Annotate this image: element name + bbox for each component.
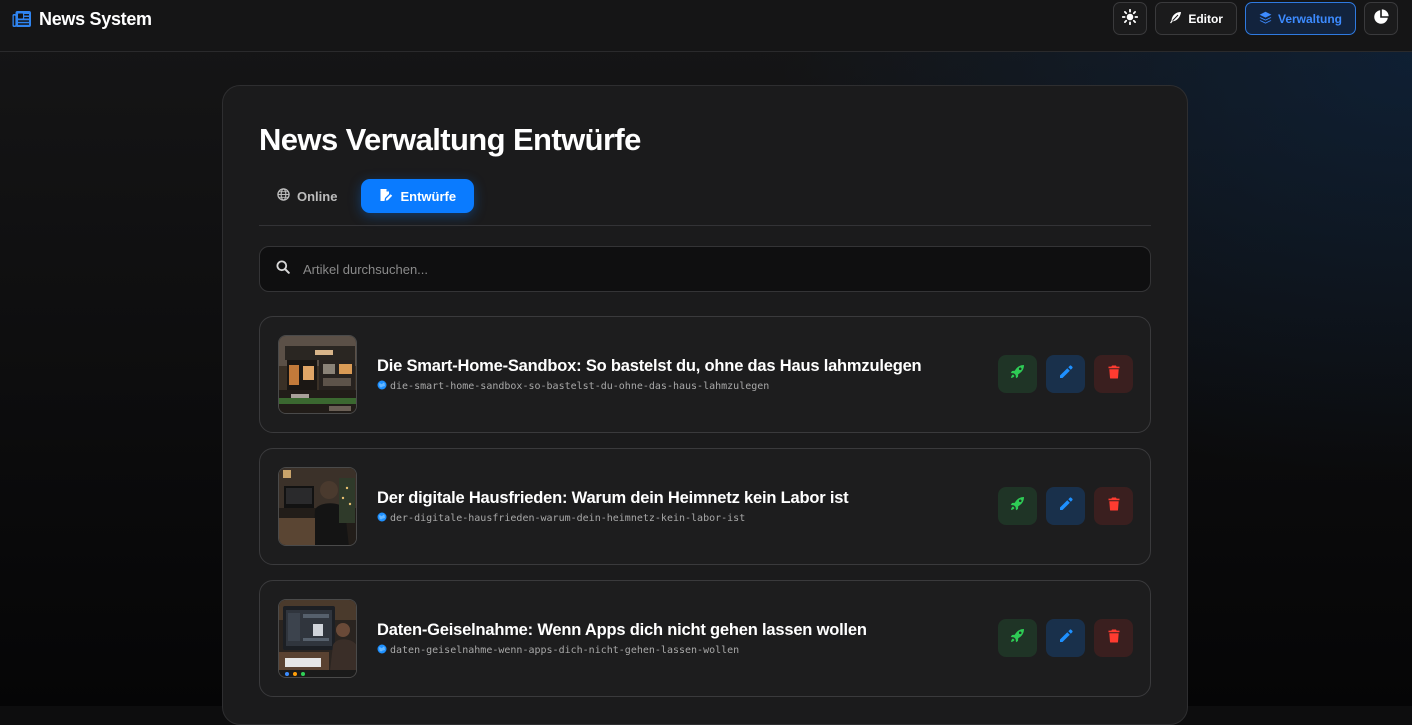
search-input[interactable]	[301, 246, 1150, 292]
delete-button[interactable]	[1094, 487, 1133, 525]
article-title: Die Smart-Home-Sandbox: So bastelst du, …	[377, 357, 922, 375]
layers-icon	[1259, 11, 1272, 27]
article-actions	[998, 487, 1133, 525]
feather-icon	[1169, 11, 1182, 27]
article-thumbnail	[278, 467, 357, 546]
edit-button[interactable]	[1046, 487, 1085, 525]
verwaltung-nav-label: Verwaltung	[1277, 11, 1342, 26]
trash-icon	[1108, 629, 1120, 648]
editor-nav-label: Editor	[1188, 11, 1223, 26]
verwaltung-nav-button[interactable]: Verwaltung	[1244, 2, 1356, 35]
delete-button[interactable]	[1094, 355, 1133, 393]
tab-entwuerfe-label: Entwürfe	[400, 188, 457, 204]
brand-title: News System	[39, 8, 152, 29]
file-pen-icon	[379, 188, 393, 205]
edit-button[interactable]	[1046, 355, 1085, 393]
drafts-panel: News Verwaltung Entwürfe Online Entwürfe…	[222, 85, 1188, 725]
article-list: Die Smart-Home-Sandbox: So bastelst du, …	[259, 316, 1151, 712]
edit-button[interactable]	[1046, 619, 1085, 657]
globe-icon	[377, 512, 387, 525]
pencil-icon	[1059, 364, 1073, 384]
newspaper-icon	[12, 10, 32, 28]
stats-nav-button[interactable]	[1364, 2, 1398, 35]
pie-chart-icon	[1373, 9, 1389, 28]
publish-button[interactable]	[998, 487, 1037, 525]
page-title: News Verwaltung Entwürfe	[259, 122, 641, 157]
globe-icon	[377, 644, 387, 657]
brand[interactable]: News System	[12, 7, 152, 31]
tab-entwuerfe[interactable]: Entwürfe	[361, 179, 475, 213]
status-tabs: Online Entwürfe	[259, 179, 475, 213]
publish-button[interactable]	[998, 355, 1037, 393]
publish-button[interactable]	[998, 619, 1037, 657]
article-thumbnail	[278, 599, 357, 678]
article-actions	[998, 619, 1133, 657]
article-title: Daten-Geiselnahme: Wenn Apps dich nicht …	[377, 621, 867, 639]
editor-nav-button[interactable]: Editor	[1155, 2, 1237, 35]
tab-online-label: Online	[297, 188, 338, 204]
top-navbar: News System Editor Verwaltung	[0, 0, 1412, 52]
article-slug: der-digitale-hausfrieden-warum-dein-heim…	[377, 512, 745, 525]
article-item[interactable]: Daten-Geiselnahme: Wenn Apps dich nicht …	[259, 580, 1151, 697]
rocket-icon	[1010, 628, 1025, 648]
article-thumbnail	[278, 335, 357, 414]
article-slug-text: daten-geiselnahme-wenn-apps-dich-nicht-g…	[390, 645, 740, 656]
tab-online[interactable]: Online	[259, 179, 355, 213]
article-slug: daten-geiselnahme-wenn-apps-dich-nicht-g…	[377, 644, 739, 657]
delete-button[interactable]	[1094, 619, 1133, 657]
trash-icon	[1108, 497, 1120, 516]
article-slug: die-smart-home-sandbox-so-bastelst-du-oh…	[377, 380, 769, 393]
rocket-icon	[1010, 364, 1025, 384]
rocket-icon	[1010, 496, 1025, 516]
pencil-icon	[1059, 496, 1073, 516]
pencil-icon	[1059, 628, 1073, 648]
search-bar	[259, 246, 1151, 292]
trash-icon	[1108, 365, 1120, 384]
tabs-divider	[259, 225, 1151, 226]
sun-icon	[1122, 8, 1139, 28]
theme-toggle-button[interactable]	[1113, 2, 1148, 35]
article-item[interactable]: Der digitale Hausfrieden: Warum dein Hei…	[259, 448, 1151, 565]
article-title: Der digitale Hausfrieden: Warum dein Hei…	[377, 489, 849, 507]
article-slug-text: der-digitale-hausfrieden-warum-dein-heim…	[390, 513, 746, 524]
article-item[interactable]: Die Smart-Home-Sandbox: So bastelst du, …	[259, 316, 1151, 433]
article-actions	[998, 355, 1133, 393]
article-slug-text: die-smart-home-sandbox-so-bastelst-du-oh…	[390, 381, 770, 392]
globe-icon	[277, 188, 290, 204]
top-nav: Editor Verwaltung	[1113, 2, 1398, 35]
globe-icon	[377, 380, 387, 393]
search-icon	[260, 260, 290, 279]
